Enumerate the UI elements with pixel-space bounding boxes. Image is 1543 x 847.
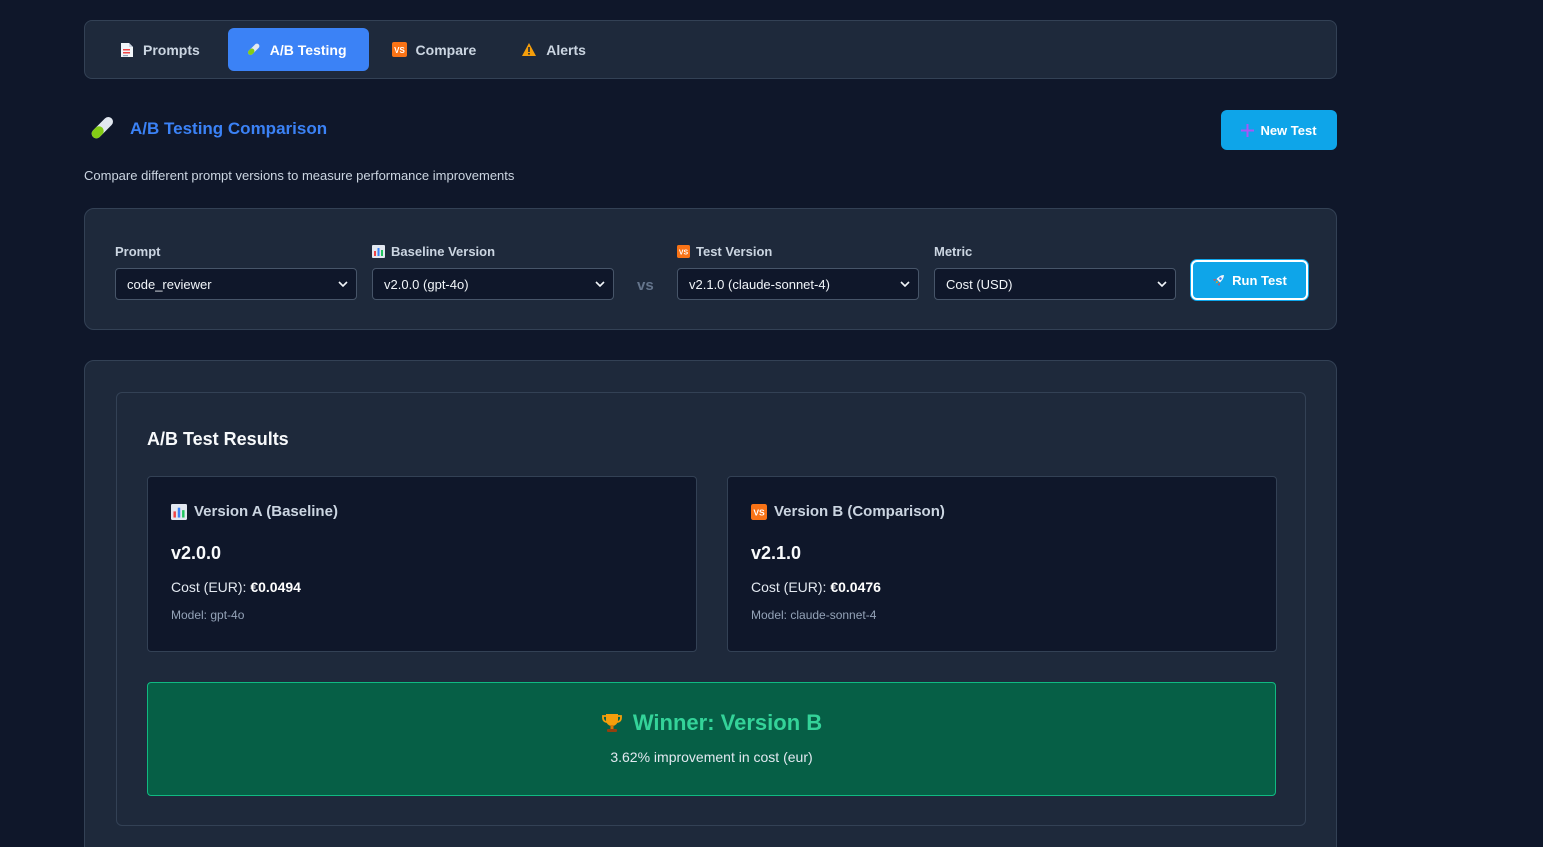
prompt-field: Prompt code_reviewer — [115, 243, 357, 300]
test-version-select[interactable]: v2.1.0 (claude-sonnet-4) — [677, 268, 919, 300]
chevron-down-icon — [900, 281, 910, 287]
plus-icon — [1241, 123, 1255, 137]
tab-label: Alerts — [546, 41, 586, 58]
baseline-label: Baseline Version — [391, 243, 496, 259]
chevron-down-icon — [595, 281, 605, 287]
test-select-value: v2.1.0 (claude-sonnet-4) — [689, 276, 830, 292]
tab-label: A/B Testing — [269, 41, 347, 58]
tab-label: Compare — [415, 41, 477, 58]
version-a-card: Version A (Baseline) v2.0.0 Cost (EUR): … — [147, 476, 697, 652]
metric-select[interactable]: Cost (USD) — [934, 268, 1176, 300]
rocket-icon — [1212, 273, 1226, 287]
new-test-button[interactable]: New Test — [1221, 110, 1337, 150]
prompt-select[interactable]: code_reviewer — [115, 268, 357, 300]
results-title: A/B Test Results — [147, 429, 289, 449]
page-subtitle: Compare different prompt versions to mea… — [84, 168, 515, 183]
cost-value: €0.0494 — [250, 579, 301, 595]
warning-icon — [521, 42, 537, 57]
version-a-heading: Version A (Baseline) — [194, 503, 338, 520]
version-a-number: v2.0.0 — [171, 543, 222, 563]
svg-text:VS: VS — [679, 249, 689, 256]
tab-alerts[interactable]: Alerts — [504, 28, 608, 71]
chevron-down-icon — [1157, 281, 1167, 287]
test-version-field: VS Test Version v2.1.0 (claude-sonnet-4) — [677, 243, 919, 300]
new-test-label: New Test — [1260, 122, 1317, 138]
metric-select-value: Cost (USD) — [946, 276, 1013, 292]
test-tube-icon — [86, 114, 116, 144]
bar-chart-icon — [372, 244, 385, 258]
vs-separator: vs — [637, 277, 654, 294]
bar-chart-icon — [171, 503, 187, 520]
cost-label: Cost (EUR): — [171, 579, 247, 595]
version-b-card: VS Version B (Comparison) v2.1.0 Cost (E… — [727, 476, 1277, 652]
tab-ab-testing[interactable]: A/B Testing — [227, 28, 369, 71]
svg-text:VS: VS — [394, 46, 405, 55]
cost-value: €0.0476 — [830, 579, 881, 595]
baseline-version-select[interactable]: v2.0.0 (gpt-4o) — [372, 268, 614, 300]
vs-icon: VS — [677, 244, 690, 258]
test-controls-panel: Prompt code_reviewer Baseline Version v2… — [84, 208, 1337, 330]
trophy-icon — [601, 712, 623, 734]
version-a-model: Model: gpt-4o — [171, 608, 245, 622]
winner-banner: Winner: Version B 3.62% improvement in c… — [147, 682, 1276, 796]
run-test-button[interactable]: Run Test — [1191, 260, 1308, 300]
document-icon — [120, 42, 134, 58]
page-header: A/B Testing Comparison — [86, 114, 327, 144]
chevron-down-icon — [338, 281, 348, 287]
version-b-heading: Version B (Comparison) — [774, 503, 945, 520]
winner-title: Winner: Version B — [632, 710, 823, 735]
page-title: A/B Testing Comparison — [130, 119, 328, 138]
baseline-select-value: v2.0.0 (gpt-4o) — [384, 276, 469, 292]
cost-label: Cost (EUR): — [751, 579, 827, 595]
results-section: A/B Test Results Version A (Baseline) v2… — [84, 360, 1337, 847]
version-b-model: Model: claude-sonnet-4 — [751, 608, 877, 622]
results-panel: A/B Test Results Version A (Baseline) v2… — [116, 392, 1306, 826]
svg-text:VS: VS — [753, 507, 765, 517]
baseline-field: Baseline Version v2.0.0 (gpt-4o) — [372, 243, 614, 300]
tab-compare[interactable]: VS Compare — [375, 28, 499, 71]
vs-icon: VS — [391, 42, 407, 57]
version-a-cost: Cost (EUR): €0.0494 — [171, 579, 673, 595]
test-tube-icon — [245, 42, 261, 58]
version-b-cost: Cost (EUR): €0.0476 — [751, 579, 1253, 595]
test-version-label: Test Version — [696, 243, 773, 259]
run-test-label: Run Test — [1232, 272, 1287, 288]
version-b-number: v2.1.0 — [751, 543, 802, 563]
metric-label: Metric — [934, 243, 973, 259]
winner-improvement: 3.62% improvement in cost (eur) — [610, 749, 813, 765]
tab-label: Prompts — [143, 41, 200, 58]
prompt-select-value: code_reviewer — [127, 276, 212, 292]
nav-tabbar: Prompts A/B Testing VS Compare Alerts — [84, 20, 1337, 79]
prompt-label: Prompt — [115, 243, 161, 259]
metric-field: Metric Cost (USD) — [934, 243, 1176, 300]
tab-prompts[interactable]: Prompts — [103, 28, 222, 71]
vs-icon: VS — [751, 503, 767, 520]
